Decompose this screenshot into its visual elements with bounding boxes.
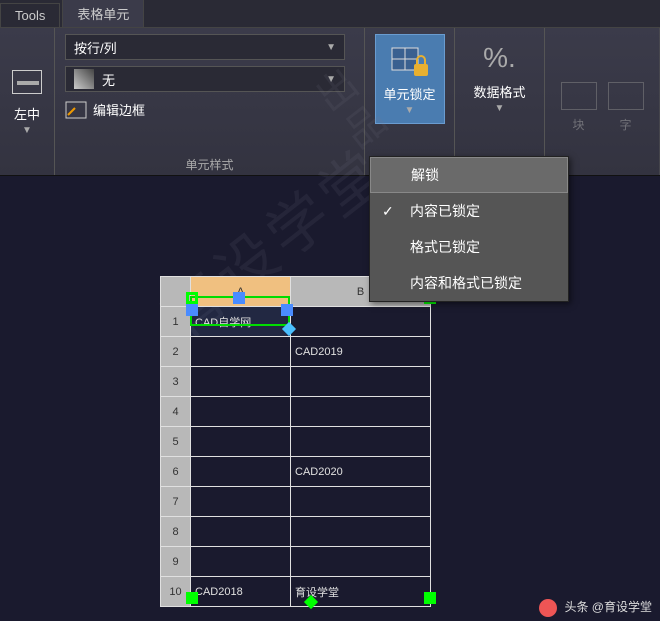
credit-logo-icon	[539, 599, 557, 617]
row-header[interactable]: 6	[161, 457, 191, 487]
table-row[interactable]: 3	[161, 367, 431, 397]
table-row[interactable]: 1CAD自学网	[161, 307, 431, 337]
edit-border-button[interactable]: 编辑边框	[65, 100, 354, 119]
background-dropdown[interactable]: 无 ▼	[65, 66, 345, 92]
panel-label-style: 单元样式	[55, 156, 364, 173]
credit: 头条 @育设学堂	[539, 598, 652, 617]
row-header[interactable]: 3	[161, 367, 191, 397]
menu-item-format-locked[interactable]: 格式已锁定	[370, 229, 568, 265]
row-header[interactable]: 2	[161, 337, 191, 367]
ribbon-tabs: Tools 表格单元	[0, 0, 660, 28]
cell-b[interactable]: CAD2019	[291, 337, 431, 367]
chevron-down-icon: ▼	[326, 42, 336, 53]
table-row[interactable]: 6 CAD2020	[161, 457, 431, 487]
cell-b[interactable]	[291, 307, 431, 337]
data-format-button[interactable]: 数据格式	[473, 82, 525, 101]
align-icon	[12, 70, 42, 94]
cell-lock-button[interactable]: 单元锁定 ▼	[375, 34, 445, 124]
cell-b[interactable]	[291, 517, 431, 547]
background-label: 无	[102, 70, 115, 89]
cell-a[interactable]	[191, 487, 291, 517]
row-header[interactable]: 9	[161, 547, 191, 577]
table-row[interactable]: 8	[161, 517, 431, 547]
cell-lock-label: 单元锁定	[383, 84, 435, 103]
row-header[interactable]: 8	[161, 517, 191, 547]
cell-b[interactable]	[291, 547, 431, 577]
panel-cell-style: 按行/列 ▼ 无 ▼ 编辑边框 单元样式	[55, 28, 365, 175]
field-icon	[608, 82, 644, 110]
table-row[interactable]: 4	[161, 397, 431, 427]
row-header[interactable]: 5	[161, 427, 191, 457]
percent-icon: %.	[483, 42, 516, 74]
cell-a[interactable]: CAD2018	[191, 577, 291, 607]
table-row[interactable]: 9	[161, 547, 431, 577]
cell-b[interactable]	[291, 367, 431, 397]
cell-a[interactable]	[191, 427, 291, 457]
grip-left[interactable]	[186, 304, 198, 316]
panel-data-format: %. 数据格式 ▼	[455, 28, 545, 175]
row-header[interactable]: 7	[161, 487, 191, 517]
none-fill-icon	[74, 69, 94, 89]
cell-b[interactable]	[291, 487, 431, 517]
menu-item-content-locked[interactable]: ✓ 内容已锁定	[370, 193, 568, 229]
row-col-dropdown[interactable]: 按行/列 ▼	[65, 34, 345, 60]
field-button[interactable]: 字	[608, 116, 644, 133]
cad-table[interactable]: A B 1CAD自学网2CAD20193456CAD202078910CAD20…	[160, 276, 431, 607]
table-row[interactable]: 5	[161, 427, 431, 457]
row-col-label: 按行/列	[74, 38, 117, 57]
cell-a[interactable]	[191, 337, 291, 367]
cell-b[interactable]: CAD2020	[291, 457, 431, 487]
tab-table-cell[interactable]: 表格单元	[62, 0, 144, 27]
cell-lock-menu: 解锁 ✓ 内容已锁定 格式已锁定 内容和格式已锁定	[369, 156, 569, 302]
cell-a[interactable]	[191, 457, 291, 487]
grip-top[interactable]	[233, 292, 245, 304]
block-button[interactable]: 块	[561, 116, 597, 133]
chevron-down-icon: ▼	[326, 74, 336, 85]
panel-alignment: 左中 ▼	[0, 28, 55, 175]
row-header[interactable]: 4	[161, 397, 191, 427]
cell-b[interactable]	[291, 427, 431, 457]
menu-item-unlock[interactable]: 解锁	[370, 157, 568, 193]
ribbon: 左中 ▼ 按行/列 ▼ 无 ▼ 编辑边框 单元样式	[0, 28, 660, 176]
table-row[interactable]: 2 CAD2019	[161, 337, 431, 367]
panel-lock: 单元锁定 ▼	[365, 28, 455, 175]
cell-a[interactable]	[191, 517, 291, 547]
table-row[interactable]: 10CAD2018育设学堂	[161, 577, 431, 607]
chevron-down-icon: ▼	[405, 105, 415, 116]
chevron-down-icon[interactable]: ▼	[495, 103, 505, 114]
grip-bl[interactable]	[186, 592, 198, 604]
check-icon: ✓	[382, 203, 394, 220]
tab-tools[interactable]: Tools	[0, 3, 60, 27]
grip-right[interactable]	[281, 304, 293, 316]
cell-a[interactable]	[191, 367, 291, 397]
grip-top-left[interactable]	[186, 292, 198, 304]
cell-a[interactable]	[191, 547, 291, 577]
edit-border-icon	[65, 101, 87, 119]
panel-insert: 块 字	[545, 28, 660, 175]
lock-icon	[390, 46, 430, 78]
chevron-down-icon[interactable]: ▼	[22, 125, 32, 136]
edit-border-label: 编辑边框	[93, 100, 145, 119]
cell-a[interactable]: CAD自学网	[191, 307, 291, 337]
grip-br[interactable]	[424, 592, 436, 604]
block-icon	[561, 82, 597, 110]
cell-a[interactable]	[191, 397, 291, 427]
menu-item-both-locked[interactable]: 内容和格式已锁定	[370, 265, 568, 301]
alignment-button[interactable]: 左中	[14, 104, 40, 123]
cell-b[interactable]	[291, 397, 431, 427]
table-row[interactable]: 7	[161, 487, 431, 517]
